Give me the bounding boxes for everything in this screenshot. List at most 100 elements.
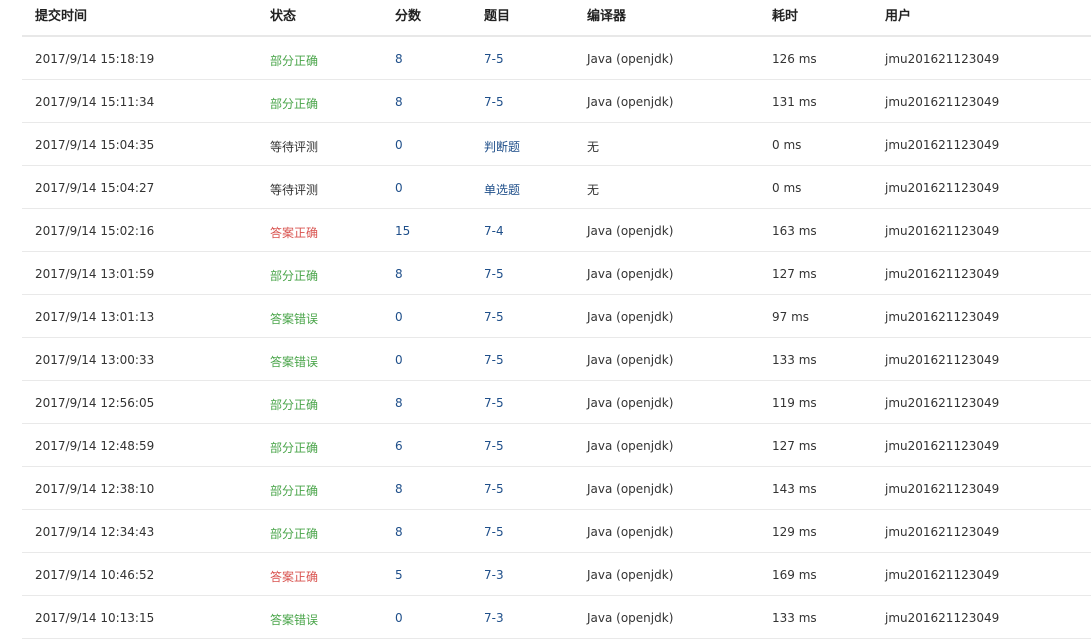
table-header: 提交时间 状态 分数 题目 编译器 耗时 用户 [22,0,1091,37]
header-score[interactable]: 分数 [395,5,421,24]
header-compiler[interactable]: 编译器 [587,5,626,24]
score-cell[interactable]: 0 [395,353,403,367]
time-cost-cell: 163 ms [772,224,817,238]
header-status[interactable]: 状态 [270,5,296,24]
submit-time-cell: 2017/9/14 12:48:59 [35,439,155,453]
time-cost-cell: 119 ms [772,396,817,410]
user-cell: jmu201621123049 [885,267,1000,281]
problem-cell[interactable]: 7-3 [484,568,504,582]
header-user[interactable]: 用户 [885,5,911,24]
user-cell: jmu201621123049 [885,181,1000,195]
compiler-cell: Java (openjdk) [587,310,674,324]
table-row: 2017/9/14 12:34:43 部分正确 8 7-5 Java (openjdk)… [22,510,1091,553]
submit-time-cell: 2017/9/14 15:02:16 [35,224,155,238]
score-cell[interactable]: 0 [395,611,403,625]
time-cost-cell: 169 ms [772,568,817,582]
time-cost-cell: 126 ms [772,52,817,66]
problem-cell[interactable]: 判断题 [484,138,520,155]
status-cell[interactable]: 答案错误 [270,310,318,327]
compiler-cell: Java (openjdk) [587,353,674,367]
score-cell[interactable]: 6 [395,439,403,453]
header-time-cost[interactable]: 耗时 [772,5,798,24]
user-cell: jmu201621123049 [885,568,1000,582]
score-cell[interactable]: 8 [395,52,403,66]
table-row: 2017/9/14 10:46:52 答案正确 5 7-3 Java (openjdk)… [22,553,1091,596]
score-cell[interactable]: 8 [395,95,403,109]
compiler-cell: Java (openjdk) [587,568,674,582]
status-cell[interactable]: 部分正确 [270,439,318,456]
status-cell[interactable]: 部分正确 [270,267,318,284]
status-cell[interactable]: 部分正确 [270,525,318,542]
status-cell[interactable]: 等待评测 [270,181,318,198]
problem-cell[interactable]: 7-4 [484,224,504,238]
compiler-cell: 无 [587,140,600,154]
time-cost-cell: 133 ms [772,353,817,367]
problem-cell[interactable]: 7-5 [484,439,504,453]
status-cell[interactable]: 答案正确 [270,224,318,241]
score-cell[interactable]: 0 [395,310,403,324]
header-problem[interactable]: 题目 [484,5,510,24]
time-cost-cell: 97 ms [772,310,810,324]
status-cell[interactable]: 答案错误 [270,611,318,628]
header-submit-time[interactable]: 提交时间 [35,5,87,24]
user-cell: jmu201621123049 [885,396,1000,410]
compiler-cell: Java (openjdk) [587,95,674,109]
problem-cell[interactable]: 7-5 [484,396,504,410]
score-cell[interactable]: 0 [395,181,403,195]
problem-cell[interactable]: 7-5 [484,482,504,496]
submit-time-cell: 2017/9/14 13:01:13 [35,310,155,324]
submit-time-cell: 2017/9/14 15:04:27 [35,181,155,195]
status-cell[interactable]: 答案正确 [270,568,318,585]
score-cell[interactable]: 15 [395,224,410,238]
status-cell[interactable]: 部分正确 [270,482,318,499]
user-cell: jmu201621123049 [885,310,1000,324]
table-row: 2017/9/14 15:11:34 部分正确 8 7-5 Java (openjdk)… [22,80,1091,123]
table-row: 2017/9/14 12:56:05 部分正确 8 7-5 Java (openjdk)… [22,381,1091,424]
compiler-cell: Java (openjdk) [587,224,674,238]
score-cell[interactable]: 5 [395,568,403,582]
time-cost-cell: 127 ms [772,267,817,281]
compiler-cell: Java (openjdk) [587,525,674,539]
user-cell: jmu201621123049 [885,224,1000,238]
user-cell: jmu201621123049 [885,439,1000,453]
problem-cell[interactable]: 7-3 [484,611,504,625]
score-cell[interactable]: 8 [395,396,403,410]
compiler-cell: Java (openjdk) [587,267,674,281]
problem-cell[interactable]: 7-5 [484,353,504,367]
problem-cell[interactable]: 单选题 [484,181,520,198]
compiler-cell: Java (openjdk) [587,482,674,496]
table-row: 2017/9/14 13:01:13 答案错误 0 7-5 Java (openjdk)… [22,295,1091,338]
table-row: 2017/9/14 10:13:15 答案错误 0 7-3 Java (openjdk)… [22,596,1091,639]
table-row: 2017/9/14 12:48:59 部分正确 6 7-5 Java (openjdk)… [22,424,1091,467]
submit-time-cell: 2017/9/14 10:13:15 [35,611,155,625]
score-cell[interactable]: 8 [395,525,403,539]
time-cost-cell: 129 ms [772,525,817,539]
problem-cell[interactable]: 7-5 [484,310,504,324]
time-cost-cell: 133 ms [772,611,817,625]
user-cell: jmu201621123049 [885,482,1000,496]
submit-time-cell: 2017/9/14 15:18:19 [35,52,155,66]
time-cost-cell: 143 ms [772,482,817,496]
problem-cell[interactable]: 7-5 [484,525,504,539]
submissions-table: 提交时间 状态 分数 题目 编译器 耗时 用户 2017/9/14 15:18:… [22,0,1091,641]
time-cost-cell: 0 ms [772,181,802,195]
score-cell[interactable]: 0 [395,138,403,152]
problem-cell[interactable]: 7-5 [484,52,504,66]
score-cell[interactable]: 8 [395,267,403,281]
score-cell[interactable]: 8 [395,482,403,496]
status-cell[interactable]: 部分正确 [270,52,318,69]
status-cell[interactable]: 部分正确 [270,396,318,413]
problem-cell[interactable]: 7-5 [484,267,504,281]
user-cell: jmu201621123049 [885,611,1000,625]
status-cell[interactable]: 部分正确 [270,95,318,112]
user-cell: jmu201621123049 [885,52,1000,66]
time-cost-cell: 127 ms [772,439,817,453]
status-cell[interactable]: 答案错误 [270,353,318,370]
compiler-cell: 无 [587,183,600,197]
table-row: 2017/9/14 15:04:27 等待评测 0 单选题 无 0 ms jmu201621… [22,166,1091,209]
problem-cell[interactable]: 7-5 [484,95,504,109]
submit-time-cell: 2017/9/14 13:01:59 [35,267,155,281]
status-cell[interactable]: 等待评测 [270,138,318,155]
table-row: 2017/9/14 15:18:19 部分正确 8 7-5 Java (openjdk)… [22,37,1091,80]
submit-time-cell: 2017/9/14 12:56:05 [35,396,155,410]
